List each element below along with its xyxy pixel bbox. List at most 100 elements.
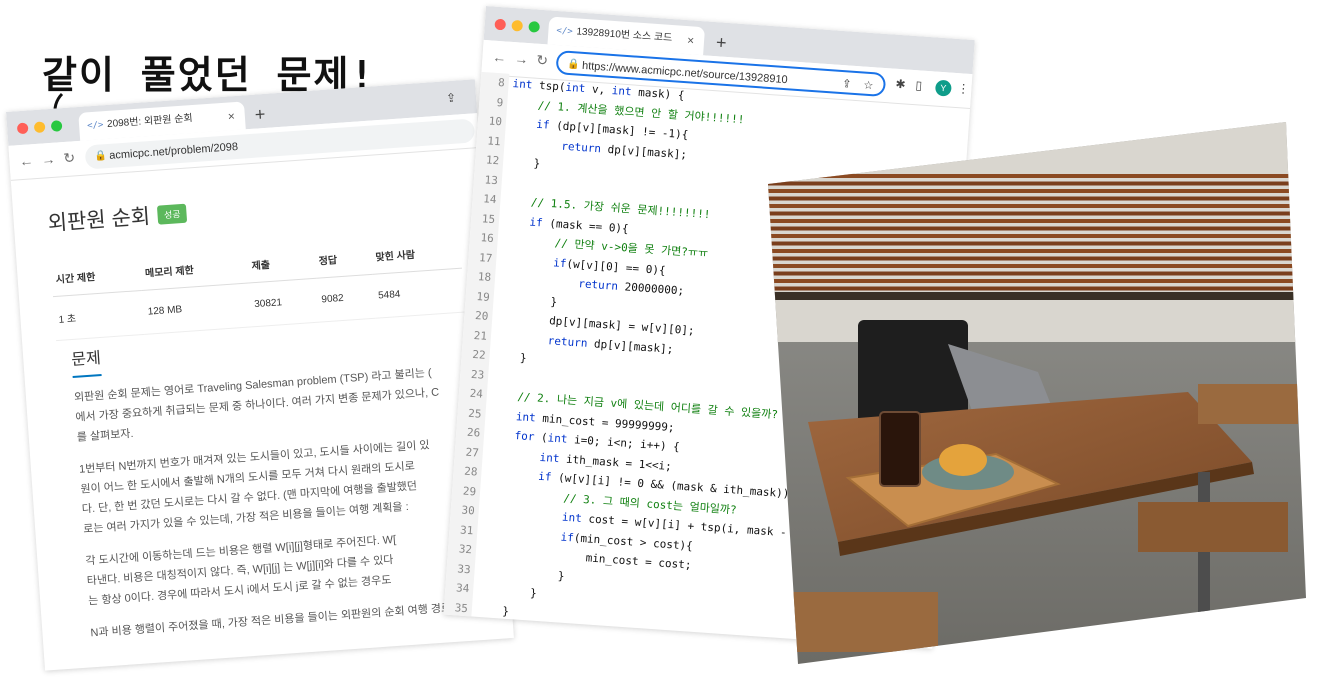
tab-title: 13928910번 소스 코드 <box>576 26 673 45</box>
text-line: 를 살펴보자. <box>76 427 134 444</box>
line-number: 13 <box>484 172 499 187</box>
line-number: 18 <box>477 270 492 284</box>
code-favicon-icon: </> <box>86 120 104 132</box>
code-favicon-icon: </> <box>556 25 574 38</box>
forward-arrow-icon[interactable]: → <box>514 50 529 67</box>
blind-slat <box>768 189 1306 193</box>
line-number: 34 <box>455 581 470 596</box>
maximize-window-icon[interactable] <box>528 21 541 33</box>
url-text: acmicpc.net/problem/2098 <box>108 140 239 162</box>
new-tab-icon[interactable]: + <box>254 100 266 129</box>
pastry <box>939 444 987 476</box>
blind-slat <box>768 271 1306 276</box>
new-tab-icon[interactable]: + <box>715 28 727 57</box>
close-tab-icon[interactable]: × <box>227 102 236 130</box>
code-line: // 4. 그래서 결론적으로 dp[v][mask]는 뭐야? <box>473 638 811 649</box>
line-number: 10 <box>488 114 503 129</box>
table-cell: 30821 <box>248 278 320 327</box>
chair-back <box>1198 384 1298 424</box>
line-number: 17 <box>478 250 493 265</box>
share-icon[interactable]: ⇪ <box>446 91 457 106</box>
bookmark-star-icon[interactable]: ☆ <box>863 74 875 99</box>
paragraph: 1번부터 N번까지 번호가 매겨져 있는 도시들이 있고, 도시들 사이에는 길… <box>78 430 503 539</box>
line-number: 14 <box>482 192 497 207</box>
blind-slat <box>768 286 1306 291</box>
line-number: 28 <box>463 464 478 479</box>
blind-slat <box>768 196 1306 201</box>
extensions-puzzle-icon[interactable]: ✱ <box>895 77 906 92</box>
blind-slat <box>768 181 1306 186</box>
chair-seat <box>1138 502 1288 552</box>
blind-slat <box>768 256 1306 261</box>
section-title: 문제 <box>70 344 103 378</box>
line-number: 22 <box>471 347 487 362</box>
problem-browser-window: </> 2098번: 외판원 순회 × + ⇪ ← → ↻ 🔒 acmicpc.… <box>6 79 514 671</box>
window-controls <box>16 120 63 135</box>
table-cell: 9082 <box>315 274 376 323</box>
line-number: 26 <box>466 425 481 440</box>
window-light <box>768 122 1306 342</box>
line-number: 32 <box>458 542 473 557</box>
blind-slat <box>768 234 1306 238</box>
table-header: 맞힌 사람 <box>369 220 462 275</box>
table-cell: 128 MB <box>142 282 252 335</box>
cafe-photo <box>768 122 1306 664</box>
line-number: 20 <box>474 309 489 323</box>
status-badge: 성공 <box>157 203 188 225</box>
reload-icon[interactable]: ↻ <box>536 52 549 70</box>
line-number: 25 <box>467 406 483 421</box>
table-header: 시간 제한 <box>49 243 143 297</box>
problem-title: 외판원 순회 <box>47 205 151 236</box>
blind-slat <box>768 241 1306 246</box>
forward-arrow-icon[interactable]: → <box>41 151 56 168</box>
chair-seat <box>788 592 938 652</box>
blind-slat <box>768 264 1306 268</box>
table-header: 제출 <box>245 230 316 283</box>
blind-slat <box>768 219 1306 223</box>
blind-slat <box>768 204 1306 208</box>
blind-slat <box>768 211 1306 216</box>
reload-icon[interactable]: ↻ <box>63 149 76 167</box>
back-arrow-icon[interactable]: ← <box>19 152 34 169</box>
more-menu-icon[interactable]: ⋮ <box>957 81 970 96</box>
line-number: 27 <box>465 445 480 460</box>
minimize-window-icon[interactable] <box>511 19 524 32</box>
table-cell: 1 초 <box>52 290 146 341</box>
line-number: 11 <box>486 133 502 148</box>
lock-icon: 🔒 <box>566 58 580 71</box>
line-number: 24 <box>469 386 484 401</box>
line-number: 9 <box>496 95 504 109</box>
line-number: 15 <box>481 211 496 226</box>
iced-coffee-glass <box>879 411 921 487</box>
line-number: 33 <box>456 561 472 576</box>
line-number: 21 <box>473 328 488 343</box>
line-number: 16 <box>480 231 495 246</box>
line-number: 31 <box>459 522 474 537</box>
lock-icon: 🔒 <box>93 150 108 162</box>
minimize-window-icon[interactable] <box>33 121 46 134</box>
line-number: 23 <box>470 367 485 382</box>
window-controls <box>494 18 541 33</box>
line-number: 8 <box>497 76 506 90</box>
line-number: 12 <box>485 153 500 168</box>
text-line: N과 비용 행렬이 주어졌을 때, 가장 적은 비용을 들이는 외판원의 순회 … <box>90 602 452 640</box>
blind-slat <box>768 174 1306 178</box>
line-number: 30 <box>461 503 476 518</box>
profile-avatar[interactable]: Y <box>934 79 952 97</box>
blind-slat <box>768 279 1306 283</box>
tab-title: 2098번: 외판원 순회 <box>106 113 194 130</box>
back-arrow-icon[interactable]: ← <box>492 49 507 66</box>
close-tab-icon[interactable]: × <box>686 26 695 54</box>
maximize-window-icon[interactable] <box>50 120 63 132</box>
share-icon[interactable]: ⇪ <box>841 72 852 97</box>
close-window-icon[interactable] <box>494 18 507 31</box>
line-number: 19 <box>476 289 491 304</box>
reading-list-icon[interactable]: ▯ <box>915 78 923 92</box>
line-number: 29 <box>462 484 477 498</box>
table-header: 메모리 제한 <box>138 235 249 291</box>
close-window-icon[interactable] <box>16 122 29 135</box>
table-header: 정답 <box>312 226 373 279</box>
problem-stats-table: 시간 제한 메모리 제한 제출 정답 맞힌 사람 1 초 128 MB 3082… <box>49 220 466 341</box>
window-sill <box>768 292 1306 300</box>
table-cell: 5484 <box>372 268 466 319</box>
